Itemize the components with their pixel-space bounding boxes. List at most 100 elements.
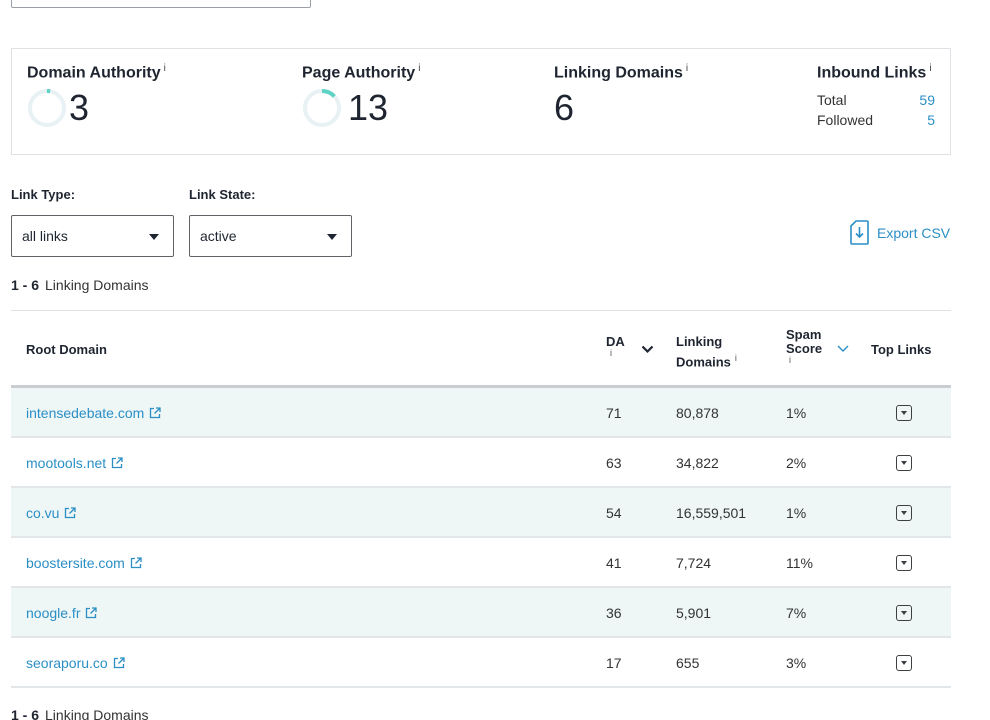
link-state-select[interactable]: active xyxy=(189,215,352,257)
spam-score-value: 1% xyxy=(786,505,807,521)
download-file-icon xyxy=(850,220,869,245)
linking-domains-value: 655 xyxy=(676,655,700,671)
external-link-icon xyxy=(130,557,142,569)
info-icon[interactable]: i xyxy=(789,356,822,365)
da-value: 71 xyxy=(606,405,622,421)
table-header: Root Domain DA i Linking Domains i Spam S… xyxy=(11,310,951,388)
table-row: noogle.fr 36 5,901 7% xyxy=(11,588,951,638)
link-state-value: active xyxy=(200,228,237,244)
root-domain-text: intensedebate.com xyxy=(26,405,145,421)
sort-chevron-down-icon[interactable] xyxy=(837,345,849,353)
linking-domains-metric: Linking Domains i 6 xyxy=(554,63,688,128)
expand-top-links-button[interactable] xyxy=(896,405,912,421)
header-da-label: DA xyxy=(606,334,625,349)
link-type-label: Link Type: xyxy=(11,187,76,202)
link-state-label: Link State: xyxy=(189,187,256,202)
linking-domains-value: 80,878 xyxy=(676,405,719,421)
page-authority-title: Page Authority xyxy=(302,64,416,82)
external-link-icon xyxy=(65,507,77,519)
info-icon[interactable]: i xyxy=(164,63,166,74)
inbound-total-row: Total 59 xyxy=(817,92,935,108)
header-da[interactable]: DA i xyxy=(606,334,625,358)
spam-score-value: 1% xyxy=(786,405,807,421)
table-row: mootools.net 63 34,822 2% xyxy=(11,438,951,488)
spam-score-value: 3% xyxy=(786,655,807,671)
sort-chevron-down-icon[interactable] xyxy=(641,345,654,354)
table-row: seoraporu.co 17 655 3% xyxy=(11,638,951,688)
da-value: 63 xyxy=(606,455,622,471)
root-domain-link[interactable]: seoraporu.co xyxy=(26,655,125,671)
export-csv-button[interactable]: Export CSV xyxy=(850,220,950,245)
export-csv-label: Export CSV xyxy=(877,224,951,241)
expand-top-links-button[interactable] xyxy=(896,505,912,521)
external-link-icon xyxy=(150,407,161,419)
linking-domains-value: 16,559,501 xyxy=(676,505,747,521)
inbound-total-value[interactable]: 59 xyxy=(919,92,935,108)
spam-score-value: 7% xyxy=(786,605,807,621)
domain-authority-title: Domain Authority xyxy=(27,64,161,82)
range-count: 1 - 6 xyxy=(11,707,40,720)
inbound-links-metric: Inbound Links i Total 59 Followed 5 xyxy=(817,63,935,128)
table-row: boostersite.com 41 7,724 11% xyxy=(11,538,951,588)
da-value: 36 xyxy=(606,605,622,621)
root-domain-link[interactable]: intensedebate.com xyxy=(26,405,161,421)
linking-domains-value: 6 xyxy=(554,87,575,129)
root-domain-link[interactable]: mootools.net xyxy=(26,455,123,471)
link-type-select[interactable]: all links xyxy=(11,215,174,257)
header-linking-line1: Linking xyxy=(676,334,723,349)
external-link-icon xyxy=(113,657,125,669)
caret-down-icon xyxy=(327,234,337,240)
header-spam-line2: Score xyxy=(786,341,823,356)
external-link-icon xyxy=(112,457,123,469)
expand-top-links-button[interactable] xyxy=(896,605,912,621)
search-input[interactable] xyxy=(11,0,311,8)
da-value: 54 xyxy=(606,505,622,521)
linking-domains-title: Linking Domains xyxy=(554,64,683,82)
spam-score-value: 11% xyxy=(786,555,813,571)
inbound-followed-row: Followed 5 xyxy=(817,112,935,128)
range-text: Linking Domains xyxy=(45,707,149,720)
page-authority-ring xyxy=(303,89,341,128)
info-icon[interactable]: i xyxy=(610,349,625,358)
external-link-icon xyxy=(86,607,98,619)
info-icon[interactable]: i xyxy=(686,63,688,74)
header-spam-score[interactable]: Spam Score i xyxy=(786,327,823,365)
domain-authority-value: 3 xyxy=(69,87,90,129)
da-value: 17 xyxy=(606,655,622,671)
expand-top-links-button[interactable] xyxy=(896,455,912,471)
linking-domains-value: 34,822 xyxy=(676,455,719,471)
info-icon[interactable]: i xyxy=(929,63,931,74)
table-row: intensedebate.com 71 80,878 1% xyxy=(11,388,951,438)
da-value: 41 xyxy=(606,555,622,571)
range-summary-bottom: 1 - 6 Linking Domains xyxy=(11,707,149,720)
info-icon[interactable]: i xyxy=(418,63,420,74)
root-domain-text: boostersite.com xyxy=(26,555,125,571)
root-domain-link[interactable]: co.vu xyxy=(26,505,77,521)
root-domain-text: mootools.net xyxy=(26,455,107,471)
range-count: 1 - 6 xyxy=(11,277,40,293)
header-linking-domains[interactable]: Linking Domains i xyxy=(676,335,737,369)
root-domain-text: noogle.fr xyxy=(26,605,81,621)
header-top-links: Top Links xyxy=(871,342,932,357)
info-icon[interactable]: i xyxy=(735,353,737,363)
page-authority-metric: Page Authority i 13 xyxy=(302,63,420,128)
inbound-links-title: Inbound Links xyxy=(817,64,927,82)
root-domain-text: seoraporu.co xyxy=(26,655,108,671)
expand-top-links-button[interactable] xyxy=(896,655,912,671)
header-linking-line2: Domains xyxy=(676,354,731,370)
root-domain-link[interactable]: boostersite.com xyxy=(26,555,142,571)
metrics-card: Domain Authority i 3 Page Authority i 13 L… xyxy=(11,48,951,155)
link-type-value: all links xyxy=(22,228,68,244)
domain-authority-metric: Domain Authority i 3 xyxy=(27,63,166,128)
header-spam-line1: Spam xyxy=(786,327,822,342)
root-domain-link[interactable]: noogle.fr xyxy=(26,605,98,621)
range-summary-top: 1 - 6 Linking Domains xyxy=(11,277,149,293)
linking-domains-value: 5,901 xyxy=(676,605,712,621)
inbound-followed-value[interactable]: 5 xyxy=(927,112,935,128)
spam-score-value: 2% xyxy=(786,455,807,471)
inbound-total-label: Total xyxy=(817,92,847,109)
header-root-domain[interactable]: Root Domain xyxy=(26,343,107,357)
expand-top-links-button[interactable] xyxy=(896,555,912,571)
linking-domains-value: 7,724 xyxy=(676,555,712,571)
linking-domains-table: Root Domain DA i Linking Domains i Spam S… xyxy=(11,310,951,688)
